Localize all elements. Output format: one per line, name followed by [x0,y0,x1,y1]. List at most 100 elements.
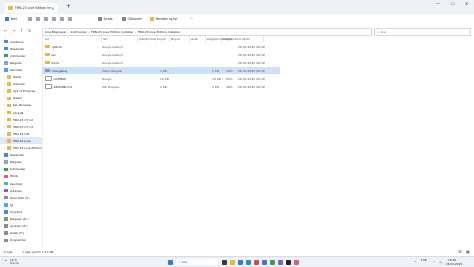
breadcrumb-2[interactable]: FRN-23 Live Edition Installer [91,30,133,34]
sidebar-item-label: FRN-23 Live Edition [12,146,42,150]
column-name[interactable]: Ad [44,36,102,42]
app-icon-4[interactable] [278,259,283,265]
column-modified[interactable]: Değiştirilme tarihi [222,36,264,42]
column-ratio[interactable]: Oran [190,36,206,42]
sidebar-item[interactable]: › FRN-23 CT v2 [0,116,42,123]
folder-icon [4,53,8,58]
close-button[interactable]: ✕ [465,1,468,6]
sidebar-item-label: Ağ [9,202,14,207]
column-type[interactable]: Tür [102,36,138,42]
sidebar-item[interactable]: › FRN-23 CT v3 [0,123,42,130]
sidebar-item[interactable]: Belgeler [0,59,42,66]
file-row[interactable]: bin Dosya klasörü 26.03.2025 08:40 [42,51,280,58]
sidebar-item[interactable]: › OneDrive [0,38,42,45]
file-row[interactable]: .github Dosya klasörü 26.03.2025 08:40 [42,43,280,50]
sidebar-item[interactable]: › Oyunlar (E:) [0,223,42,230]
details-view-icon[interactable]: ☰ [458,249,462,254]
weather-icon[interactable]: ☁ [4,258,7,262]
breadcrumb-3[interactable]: FRN-23 Live Edition Installer [138,30,180,34]
column-date[interactable]: Değiştirme tarihi [206,36,232,42]
forward-arrow-icon[interactable]: → [12,28,15,33]
extract-all-button[interactable]: Yeniden aç/iyi [150,17,177,21]
store-icon[interactable] [246,259,251,265]
file-row[interactable]: LICENSE Dosya 12 KB 34 KB 65% 26.03.2025 08:4… [42,75,280,82]
sidebar-item[interactable]: › FRN-23 CM [0,130,42,137]
volume-icon[interactable]: ◁ [439,260,441,264]
sort-button[interactable]: Sırala [98,17,113,21]
paste-button[interactable] [44,17,50,21]
app-icon-6[interactable] [294,259,299,265]
up-arrow-icon[interactable]: ↑ [20,28,23,33]
sidebar-item[interactable]: › Yedek (F:) [0,230,42,237]
sidebar-item[interactable]: Masaüstü [0,45,42,52]
minimize-button[interactable]: — [436,1,440,6]
sidebar-item[interactable]: › FRN-23 Live [0,137,42,145]
sidebar-item[interactable]: › Belgeler (D:) [0,216,42,223]
rename-button[interactable] [52,17,58,21]
sidebar-item[interactable]: › Müzik [0,74,42,81]
search-box[interactable]: ⌕ Ara [374,28,471,36]
sidebar-item[interactable]: › FRN-23 Live Edition [0,145,42,152]
file-explorer-taskbar-icon[interactable] [230,259,235,265]
sidebar-item[interactable]: › Masaüstü [0,152,42,159]
refresh-icon[interactable]: ↻ [28,28,31,33]
task-view-icon[interactable] [222,259,227,265]
copy-button[interactable] [36,17,42,21]
app-icon-1[interactable] [254,259,259,265]
more-options-button[interactable]: ··· [190,17,193,21]
back-arrow-icon[interactable]: ← [4,28,7,33]
clock-date[interactable]: 26.03.2025 [446,262,462,266]
breadcrumb-0[interactable]: Ana Bilgisayar [45,30,66,34]
sidebar-item-label: Masaüstü [9,46,24,51]
new-tab-button[interactable]: + [66,3,71,11]
sidebar-item[interactable]: İndirilenler [0,52,42,59]
wifi-icon[interactable]: ◠ [433,260,435,264]
view-button[interactable]: Görünüm [122,17,142,21]
new-button[interactable]: Yeni [5,17,17,21]
explorer-tab[interactable]: FRN-23 Live Edition Installer × [5,3,57,13]
sidebar-item[interactable]: › v2rayN [0,109,42,116]
address-bar[interactable]: Ana Bilgisayar › İndirilenler › FRN-23 L… [42,28,372,36]
sidebar-item[interactable]: › Ağ [0,201,42,208]
sidebar-item[interactable]: › Belgeler [0,159,42,166]
file-row[interactable]: fonts Dosya klasörü 26.03.2025 08:40 [42,59,280,66]
column-compressed-size[interactable]: Sıkıştırılmış boyut [138,36,170,42]
maximize-button[interactable]: ☐ [451,1,455,6]
column-size[interactable]: Boyut [170,36,190,42]
app-icon-5[interactable] [286,259,291,265]
sidebar-item[interactable]: › Müzik [0,173,42,180]
file-row[interactable]: README.md MD Dosyası 2 KB 3 KB 48% 26.03.2025… [42,83,280,90]
sidebar-item[interactable]: › Steam [0,95,42,102]
delete-button[interactable] [68,17,74,21]
file-compressed-size: 12 KB [160,76,169,81]
app-icon-2[interactable] [262,259,267,265]
sidebar-item[interactable]: › İndirilenler [0,166,42,173]
share-button[interactable] [60,17,66,21]
breadcrumb-1[interactable]: İndirilenler [71,30,87,34]
sidebar-item-label: FRN-23 CM [12,131,30,136]
folder-icon [7,146,11,150]
start-icon[interactable] [168,259,173,265]
tab-close-icon[interactable]: × [51,6,54,11]
edge-icon[interactable] [238,259,243,265]
file-row[interactable]: changelog Metin Belgesi 1 KB 2 KB 44% 26.03.2… [42,67,280,74]
file-ratio: 48% [226,84,233,89]
sidebar-item[interactable]: › Zen Browser [0,102,42,109]
sidebar-item[interactable]: › Age of Empires [0,88,42,95]
sidebar-item-label: Zen Browser [12,103,32,108]
sidebar-item[interactable]: › Resimler [0,180,42,187]
taskbar-search[interactable]: ⌕ Ara [176,259,218,265]
sidebar-item[interactable]: › Videolar [0,187,42,194]
sidebar-item[interactable]: › Programlar [0,237,42,244]
sidebar-item[interactable]: Resimler [0,66,42,73]
sidebar-item[interactable]: › Dropbox [0,208,42,215]
sidebar-item[interactable]: › Yerel Disk (C:) [0,194,42,201]
tiles-view-icon[interactable]: ▦ [466,249,470,254]
language-indicator[interactable]: TUR [421,258,427,262]
sidebar-item-label: FRN-23 CT v3 [12,124,33,129]
tray-chevron-icon[interactable]: ^ [414,260,416,264]
app-icon-3[interactable] [270,259,275,265]
cut-button[interactable] [28,17,34,21]
extract-label: Yeniden aç/iyi [155,17,178,21]
sidebar-item[interactable]: › Videolar [0,81,42,88]
